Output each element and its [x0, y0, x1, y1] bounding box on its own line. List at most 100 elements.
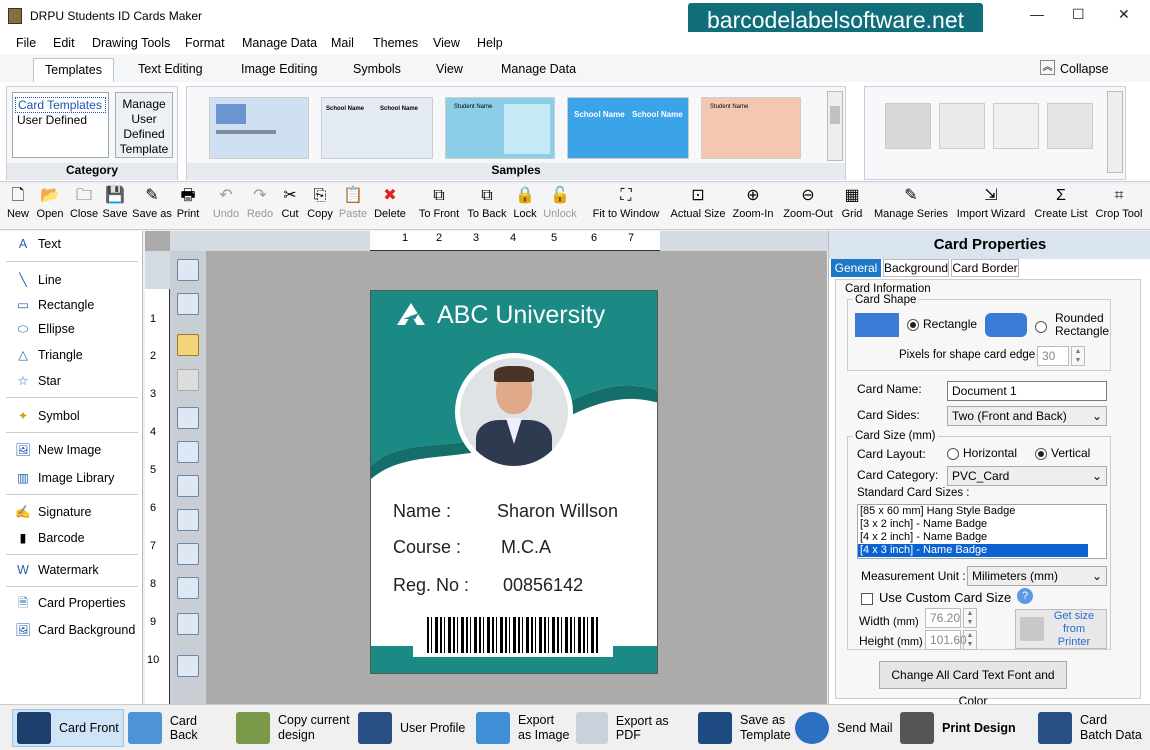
size-option-selected[interactable]: [4 x 3 inch] - Name Badge	[858, 544, 1088, 557]
help-icon[interactable]: ?	[1017, 588, 1033, 604]
strip-move-icon[interactable]	[177, 613, 199, 635]
background-thumb-3[interactable]	[993, 103, 1039, 149]
tool-signature[interactable]: ✍ Signature	[14, 505, 91, 520]
close-button[interactable]: ✕	[1118, 6, 1130, 23]
tab-general[interactable]: General	[831, 259, 881, 277]
sample-template-1[interactable]	[209, 97, 309, 159]
strip-lock-icon[interactable]	[177, 334, 199, 356]
menu-manage-data[interactable]: Manage Data	[242, 36, 317, 50]
sample-template-2[interactable]: School Name School Name	[321, 97, 433, 159]
collapse-icon[interactable]: ︽	[1040, 60, 1055, 75]
size-option[interactable]: [3 x 2 inch] - Name Badge	[858, 518, 1106, 531]
sample-template-5[interactable]: Student Name	[701, 97, 801, 159]
sample-template-4[interactable]: School Name School Name	[567, 97, 689, 159]
gallery-scrollbar[interactable]	[1107, 91, 1123, 173]
height-input[interactable]: 101.60	[925, 630, 967, 650]
tab-templates[interactable]: Templates	[33, 58, 114, 82]
card-sides-select[interactable]: Two (Front and Back) ⌄	[947, 406, 1107, 426]
grid-button[interactable]: ▦ Grid	[839, 186, 865, 220]
strip-align-6-icon[interactable]	[177, 577, 199, 599]
change-all-font-button[interactable]: Change All Card Text Font and Color	[879, 661, 1067, 708]
new-button[interactable]: 🗋 New	[5, 186, 31, 220]
menu-drawing-tools[interactable]: Drawing Tools	[92, 36, 170, 50]
crop-tool-button[interactable]: ⌗ Crop Tool	[1093, 186, 1145, 220]
tool-image-library[interactable]: ▥ Image Library	[14, 470, 114, 485]
close-doc-button[interactable]: 🗀 Close	[69, 186, 99, 220]
card-name-input[interactable]: Document 1	[947, 381, 1107, 401]
open-button[interactable]: 📂 Open	[35, 186, 65, 220]
id-card-front[interactable]: ABC University Name : Sharon Willson Cou…	[370, 290, 658, 674]
menu-file[interactable]: File	[16, 36, 36, 50]
tool-symbol[interactable]: ✦ Symbol	[14, 408, 80, 423]
strip-align-3-icon[interactable]	[177, 475, 199, 497]
copy-design-button[interactable]: Copy current design	[236, 709, 352, 747]
undo-button[interactable]: ↶ Undo	[211, 186, 241, 220]
card-category-select[interactable]: PVC_Card ⌄	[947, 466, 1107, 486]
menu-mail[interactable]: Mail	[331, 36, 354, 50]
sample-template-3[interactable]: Student Name	[445, 97, 555, 159]
samples-scrollbar[interactable]	[827, 91, 843, 161]
strip-align-2-icon[interactable]	[177, 441, 199, 463]
tool-watermark[interactable]: W Watermark	[14, 563, 99, 577]
tool-barcode[interactable]: ▮ Barcode	[14, 530, 85, 545]
zoom-in-button[interactable]: ⊕ Zoom-In	[730, 186, 776, 220]
tab-image-editing[interactable]: Image Editing	[241, 62, 317, 76]
strip-unlock-icon[interactable]	[177, 369, 199, 391]
maximize-button[interactable]: ☐	[1072, 6, 1085, 23]
tab-symbols[interactable]: Symbols	[353, 62, 401, 76]
pixels-spinner[interactable]: ▲ ▼	[1071, 346, 1085, 366]
print-design-button[interactable]: Print Design	[900, 709, 1026, 747]
save-button[interactable]: 💾 Save	[102, 186, 128, 220]
horizontal-radio[interactable]: Horizontal	[947, 446, 1017, 460]
copy-button[interactable]: ⎘ Copy	[306, 186, 334, 220]
student-photo[interactable]	[460, 358, 568, 466]
create-list-button[interactable]: Σ Create List	[1034, 186, 1088, 220]
menu-edit[interactable]: Edit	[53, 36, 75, 50]
print-button[interactable]: 🖶 Print	[174, 186, 202, 220]
tab-text-editing[interactable]: Text Editing	[138, 62, 203, 76]
size-option[interactable]: [4 x 2 inch] - Name Badge	[858, 531, 1106, 544]
to-back-button[interactable]: ⧉ To Back	[466, 186, 508, 220]
delete-button[interactable]: ✖ Delete	[372, 186, 408, 220]
tool-triangle[interactable]: △ Triangle	[14, 347, 83, 362]
category-list[interactable]: Card Templates User Defined	[12, 92, 109, 158]
standard-sizes-list[interactable]: [85 x 60 mm] Hang Style Badge [3 x 2 inc…	[857, 504, 1107, 559]
strip-zoom-icon[interactable]	[177, 655, 199, 677]
tab-background[interactable]: Background	[883, 259, 949, 277]
fit-to-window-button[interactable]: ⛶ Fit to Window	[588, 186, 664, 220]
custom-size-checkbox[interactable]: Use Custom Card Size	[861, 590, 1011, 605]
pixels-input[interactable]: 30	[1037, 346, 1069, 366]
strip-tool-1-icon[interactable]	[177, 259, 199, 281]
menu-themes[interactable]: Themes	[373, 36, 418, 50]
menu-format[interactable]: Format	[185, 36, 225, 50]
zoom-out-button[interactable]: ⊖ Zoom-Out	[779, 186, 837, 220]
barcode[interactable]	[413, 613, 613, 657]
send-mail-button[interactable]: Send Mail	[795, 709, 893, 747]
rounded-radio[interactable]	[1035, 319, 1051, 333]
get-size-button[interactable]: Get size from Printer	[1015, 609, 1107, 649]
vertical-radio[interactable]: Vertical	[1035, 446, 1090, 460]
card-back-button[interactable]: Card Back	[128, 709, 228, 747]
height-spinner[interactable]: ▲ ▼	[963, 630, 977, 650]
category-item-card-templates[interactable]: Card Templates	[15, 97, 106, 113]
card-front-button[interactable]: Card Front	[12, 709, 124, 747]
size-option[interactable]: [85 x 60 mm] Hang Style Badge	[858, 505, 1106, 518]
background-thumb-2[interactable]	[939, 103, 985, 149]
cut-button[interactable]: ✂ Cut	[278, 186, 302, 220]
user-profile-button[interactable]: User Profile	[358, 709, 468, 747]
strip-align-1-icon[interactable]	[177, 407, 199, 429]
rectangle-radio[interactable]: Rectangle	[907, 317, 977, 331]
tool-ellipse[interactable]: ⬭ Ellipse	[14, 322, 75, 337]
save-template-button[interactable]: Save as Template	[698, 709, 791, 747]
menu-view[interactable]: View	[433, 36, 460, 50]
minimize-button[interactable]: —	[1030, 6, 1044, 22]
width-input[interactable]: 76.20	[925, 608, 961, 628]
paste-button[interactable]: 📋 Paste	[338, 186, 368, 220]
to-front-button[interactable]: ⧉ To Front	[416, 186, 462, 220]
background-thumb-1[interactable]	[885, 103, 931, 149]
manage-series-button[interactable]: ✎ Manage Series	[873, 186, 949, 220]
tool-rectangle[interactable]: ▭ Rectangle	[14, 297, 94, 312]
tool-card-background[interactable]: 🖼 Card Background	[14, 623, 135, 638]
card-batch-data-button[interactable]: Card Batch Data	[1038, 709, 1146, 747]
export-pdf-button[interactable]: Export as PDF	[576, 709, 692, 747]
